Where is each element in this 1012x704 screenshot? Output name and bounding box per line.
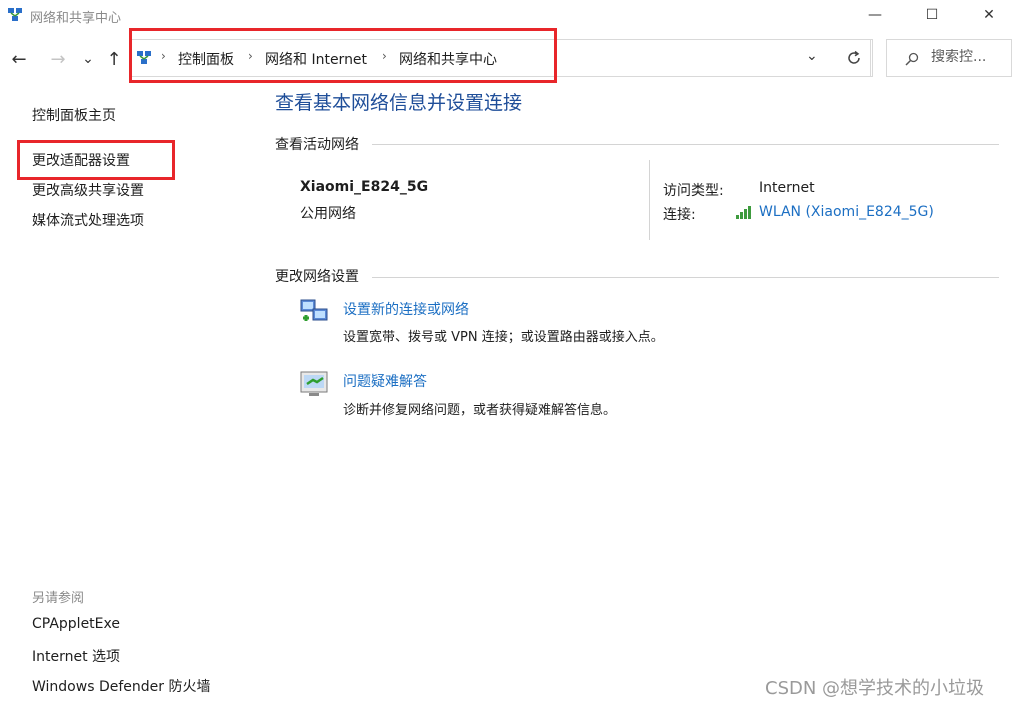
network-divider <box>649 160 650 240</box>
breadcrumb-network-sharing-center[interactable]: 网络和共享中心 <box>399 49 497 69</box>
wlan-connection-link[interactable]: WLAN (Xiaomi_E824_5G) <box>759 204 934 220</box>
setup-new-connection-link[interactable]: 设置新的连接或网络 <box>343 299 469 319</box>
control-panel-home-link[interactable]: 控制面板主页 <box>32 105 116 125</box>
recent-locations-button[interactable]: ⌄ <box>77 47 99 71</box>
change-settings-heading: 更改网络设置 <box>275 269 359 285</box>
change-adapter-settings-link[interactable]: 更改适配器设置 <box>32 150 130 170</box>
network-category[interactable]: 公用网络 <box>300 203 356 223</box>
close-button[interactable]: ✕ <box>966 0 1012 30</box>
internet-options-link[interactable]: Internet 选项 <box>32 646 120 666</box>
address-bar[interactable] <box>130 39 871 77</box>
close-icon: ✕ <box>983 7 995 23</box>
troubleshoot-icon <box>299 368 331 400</box>
search-box[interactable] <box>886 39 1012 77</box>
section-divider <box>372 144 999 145</box>
breadcrumb-separator: › <box>382 49 387 63</box>
forward-button[interactable]: → <box>47 47 69 71</box>
connection-label: 连接: <box>663 207 696 223</box>
maximize-icon: ☐ <box>925 7 939 23</box>
defender-firewall-link[interactable]: Windows Defender 防火墙 <box>32 676 210 696</box>
arrow-right-icon: → <box>50 48 66 70</box>
see-also-heading: 另请参阅 <box>32 591 85 606</box>
wifi-signal-icon <box>736 205 754 219</box>
network-center-icon <box>136 50 152 66</box>
search-input[interactable] <box>931 49 1007 65</box>
arrow-up-icon: ↑ <box>106 48 122 70</box>
minimize-button[interactable]: — <box>852 0 898 30</box>
new-connection-icon <box>299 296 331 328</box>
arrow-left-icon: ← <box>11 48 27 70</box>
setup-new-connection-desc: 设置宽带、拨号或 VPN 连接；或设置路由器或接入点。 <box>343 330 664 345</box>
window-title: 网络和共享中心 <box>30 11 122 26</box>
minimize-icon: — <box>868 7 882 23</box>
advanced-sharing-link[interactable]: 更改高级共享设置 <box>32 180 144 200</box>
troubleshoot-desc: 诊断并修复网络问题，或者获得疑难解答信息。 <box>343 403 617 418</box>
address-dropdown-icon[interactable]: ⌄ <box>806 48 818 64</box>
up-button[interactable]: ↑ <box>103 47 125 71</box>
media-streaming-link[interactable]: 媒体流式处理选项 <box>32 210 144 230</box>
network-name: Xiaomi_E824_5G <box>300 179 429 195</box>
active-networks-heading: 查看活动网络 <box>275 137 359 153</box>
breadcrumb-network-internet[interactable]: 网络和 Internet <box>265 49 367 69</box>
breadcrumb-control-panel[interactable]: 控制面板 <box>178 49 234 69</box>
network-center-icon <box>7 7 23 23</box>
refresh-button[interactable] <box>835 39 873 77</box>
breadcrumb-separator: › <box>248 49 253 63</box>
back-button[interactable]: ← <box>8 47 30 71</box>
section-divider <box>372 277 999 278</box>
troubleshoot-link[interactable]: 问题疑难解答 <box>343 371 427 391</box>
breadcrumb-separator: › <box>161 49 166 63</box>
refresh-icon <box>847 50 860 64</box>
search-icon <box>905 52 919 66</box>
access-type-label: 访问类型: <box>663 183 724 199</box>
access-type-value: Internet <box>759 180 815 196</box>
maximize-button[interactable]: ☐ <box>909 0 955 30</box>
cpappletexe-link[interactable]: CPAppletExe <box>32 616 120 632</box>
watermark: CSDN @想学技术的小垃圾 <box>765 678 985 699</box>
chevron-down-icon: ⌄ <box>82 51 94 67</box>
page-title: 查看基本网络信息并设置连接 <box>275 92 523 114</box>
